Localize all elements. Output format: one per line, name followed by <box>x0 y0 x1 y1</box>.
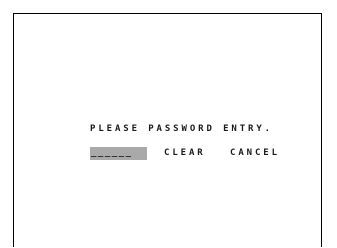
display-frame: PLEASE PASSWORD ENTRY. ______ CLEAR CANC… <box>13 13 322 247</box>
password-input[interactable]: ______ <box>90 147 147 160</box>
password-prompt: PLEASE PASSWORD ENTRY. <box>90 124 274 134</box>
cancel-button[interactable]: CANCEL <box>230 147 280 160</box>
clear-button[interactable]: CLEAR <box>164 147 206 160</box>
